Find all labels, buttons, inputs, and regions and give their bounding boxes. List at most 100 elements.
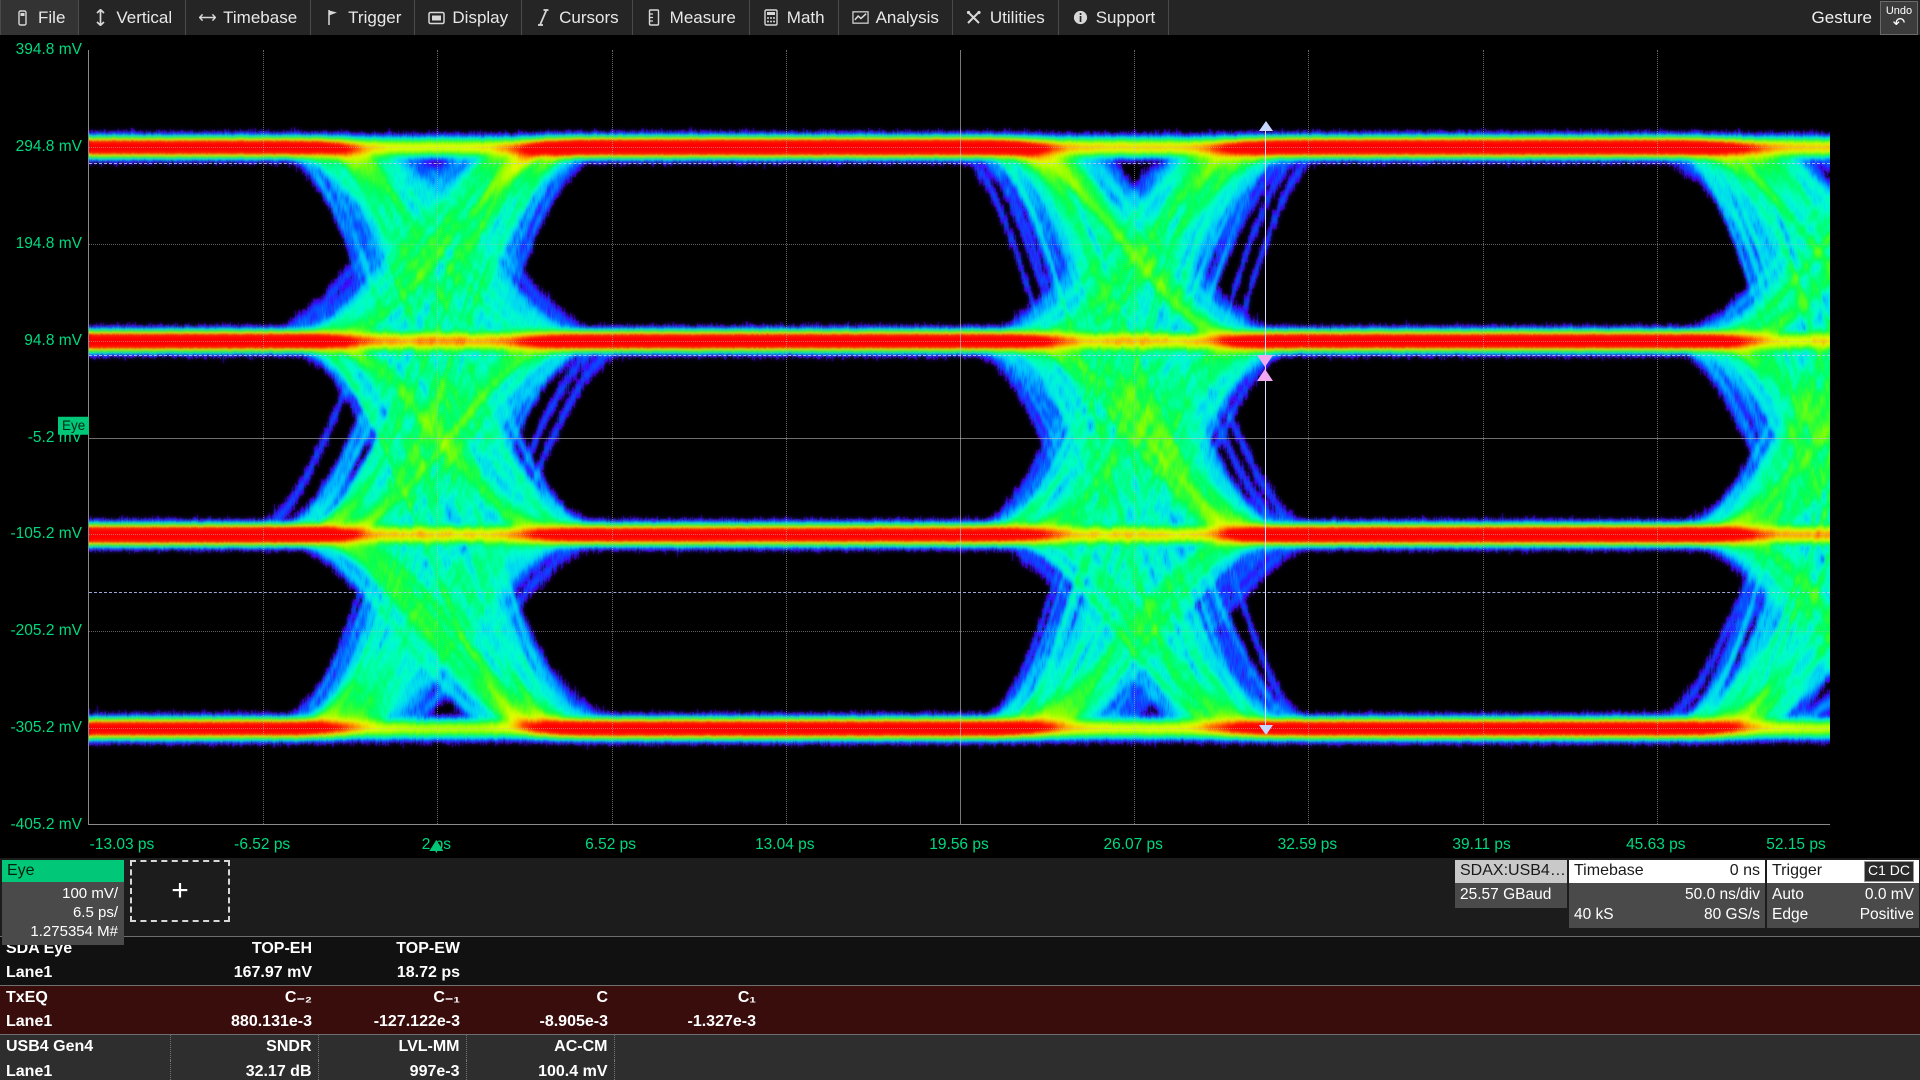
measurement-column-header: C₋₁: [318, 986, 466, 1011]
menu-item-label: Measure: [670, 8, 736, 28]
y-axis-label: -405.2 mV: [10, 816, 82, 834]
eye-horizontal-scale: 6.5 ps/: [6, 903, 118, 922]
level-reference-line-3: [89, 163, 1830, 164]
undo-button[interactable]: Undo ↶: [1880, 1, 1918, 35]
timebase-delay: 0 ns: [1730, 861, 1760, 882]
menu-item-support[interactable]: Support: [1059, 0, 1170, 35]
y-axis-labels: 394.8 mV 294.8 mV 194.8 mV 94.8 mV -5.2 mV Ey…: [0, 36, 88, 858]
menu-item-label: Math: [787, 8, 825, 28]
menu-item-label: Timebase: [223, 8, 297, 28]
table-header-filler: [614, 1035, 1920, 1060]
source-baud-rate: 25.57 GBaud: [1460, 885, 1551, 905]
timebase-scale: 50.0 ns/div: [1685, 885, 1760, 905]
measurement-table[interactable]: USB4 Gen4 SNDR LVL-MM AC-CM Lane1 32.17 dB 997…: [0, 1034, 1920, 1080]
timebase-sample-rate: 80 GS/s: [1704, 905, 1760, 925]
trigger-descriptor-head: Trigger C1 DC: [1767, 860, 1919, 883]
trigger-title: Trigger: [1772, 861, 1822, 882]
measurement-row-label: Lane1: [0, 1060, 170, 1080]
eye-diagram-plot-area[interactable]: 394.8 mV 294.8 mV 194.8 mV 94.8 mV -5.2 mV Ey…: [0, 36, 1920, 858]
measurement-table[interactable]: TxEQ C₋₂ C₋₁ C C₁ Lane1 880.131e-3 -127.122e-3 -…: [0, 985, 1920, 1034]
measurement-value: 880.131e-3: [170, 1010, 318, 1034]
measurement-tables: SDA Eye TOP-EH TOP-EW Lane1 167.97 mV 18.72 p…: [0, 936, 1920, 1080]
info-icon: [1072, 9, 1089, 26]
measurement-column-header: C: [466, 986, 614, 1011]
table-header-row: SDA Eye TOP-EH TOP-EW: [0, 937, 1920, 962]
trigger-descriptor[interactable]: Trigger C1 DC Auto 0.0 mV Edge Positive: [1767, 860, 1919, 928]
x-axis-label: 6.52 ps: [585, 836, 636, 854]
eye-descriptor[interactable]: Eye 100 mV/ 6.5 ps/ 1.275354 M#: [2, 860, 124, 945]
table-row[interactable]: Lane1 167.97 mV 18.72 ps: [0, 961, 1920, 985]
trigger-channel-coupling-badge[interactable]: C1 DC: [1864, 861, 1914, 882]
menu-item-measure[interactable]: Measure: [633, 0, 750, 35]
menu-item-label: Trigger: [348, 8, 401, 28]
add-descriptor-button[interactable]: +: [130, 860, 230, 922]
menu-item-label: Support: [1096, 8, 1156, 28]
table-header-row: TxEQ C₋₂ C₋₁ C C₁: [0, 986, 1920, 1011]
eye-descriptor-body: 100 mV/ 6.5 ps/ 1.275354 M#: [2, 882, 124, 945]
graticule[interactable]: [88, 50, 1830, 825]
y-axis-label: 194.8 mV: [16, 235, 82, 253]
measurement-column-header: AC-CM: [466, 1035, 614, 1060]
menu-item-display[interactable]: Display: [415, 0, 522, 35]
menubar-spacer: [1169, 0, 1811, 35]
table-row[interactable]: Lane1 880.131e-3 -127.122e-3 -8.905e-3 -1.32…: [0, 1010, 1920, 1034]
measurement-table[interactable]: SDA Eye TOP-EH TOP-EW Lane1 167.97 mV 18.72 p…: [0, 936, 1920, 985]
plus-icon: +: [171, 874, 189, 908]
x-axis-label: -6.52 ps: [234, 836, 290, 854]
timebase-descriptor-body: 50.0 ns/div 40 kS 80 GS/s: [1569, 883, 1765, 928]
vertical-arrows-icon: [92, 9, 109, 26]
source-descriptor-title: SDAX:USB4…: [1460, 861, 1566, 882]
timebase-descriptor[interactable]: Timebase 0 ns 50.0 ns/div 40 kS 80 GS/s: [1569, 860, 1765, 928]
measurement-value: 32.17 dB: [170, 1060, 318, 1080]
eye-trace-marker-badge[interactable]: Eye: [58, 416, 89, 435]
measurement-column-header: C₋₂: [170, 986, 318, 1011]
utilities-icon: [966, 9, 983, 26]
measurement-column-header: SNDR: [170, 1035, 318, 1060]
eye-descriptor-title[interactable]: Eye: [2, 860, 124, 882]
measurement-column-header: C₁: [614, 986, 762, 1011]
x-axis-label: 19.56 ps: [929, 836, 988, 854]
y-axis-label: 394.8 mV: [16, 41, 82, 59]
eye-vertical-scale: 100 mV/: [6, 884, 118, 903]
eye-diagram-canvas[interactable]: [89, 50, 1830, 825]
measurement-row-label: Lane1: [0, 961, 170, 985]
x-axis-label: 32.59 ps: [1278, 836, 1337, 854]
measurement-row-label: Lane1: [0, 1010, 170, 1034]
cursor-icon: [535, 9, 552, 26]
measurement-value: -127.122e-3: [318, 1010, 466, 1034]
table-header-row: USB4 Gen4 SNDR LVL-MM AC-CM: [0, 1035, 1920, 1060]
vertical-cursor[interactable]: [1265, 130, 1266, 726]
trigger-mode: Auto: [1772, 885, 1804, 905]
measurement-value: 100.4 mV: [466, 1060, 614, 1080]
x-axis-labels: -13.03 ps -6.52 ps 2 ps 6.52 ps 13.04 ps 19.5…: [88, 825, 1830, 858]
table-row[interactable]: Lane1 32.17 dB 997e-3 100.4 mV: [0, 1060, 1920, 1080]
analysis-chart-icon: [852, 9, 869, 26]
source-descriptor[interactable]: SDAX:USB4… 25.57 GBaud: [1455, 860, 1567, 908]
menu-item-cursors[interactable]: Cursors: [522, 0, 633, 35]
measurement-value: -8.905e-3: [466, 1010, 614, 1034]
measurement-column-header: TOP-EH: [170, 937, 318, 962]
x-axis-label: -13.03 ps: [90, 836, 155, 854]
source-descriptor-body: 25.57 GBaud: [1455, 883, 1567, 908]
menu-item-label: Vertical: [116, 8, 172, 28]
menu-item-math[interactable]: Math: [750, 0, 839, 35]
timebase-memory: 40 kS: [1574, 905, 1614, 925]
menu-item-vertical[interactable]: Vertical: [79, 0, 186, 35]
trigger-flag-icon: [324, 9, 341, 26]
menu-item-utilities[interactable]: Utilities: [953, 0, 1059, 35]
trigger-level: 0.0 mV: [1865, 885, 1914, 905]
menu-item-trigger[interactable]: Trigger: [311, 0, 415, 35]
level-reference-line-1: [89, 592, 1830, 593]
measure-icon: [646, 9, 663, 26]
x-axis-label: 13.04 ps: [755, 836, 814, 854]
menu-item-label: Analysis: [876, 8, 939, 28]
trigger-position-marker-icon[interactable]: [429, 840, 443, 851]
menu-item-analysis[interactable]: Analysis: [839, 0, 953, 35]
menu-item-file[interactable]: File: [0, 0, 79, 35]
measurement-value: 18.72 ps: [318, 961, 466, 985]
y-axis-label: 94.8 mV: [24, 332, 82, 350]
menu-item-timebase[interactable]: Timebase: [186, 0, 311, 35]
x-axis-label: 26.07 ps: [1103, 836, 1162, 854]
y-axis-label: -105.2 mV: [10, 525, 82, 543]
undo-arrow-icon: ↶: [1893, 16, 1906, 31]
